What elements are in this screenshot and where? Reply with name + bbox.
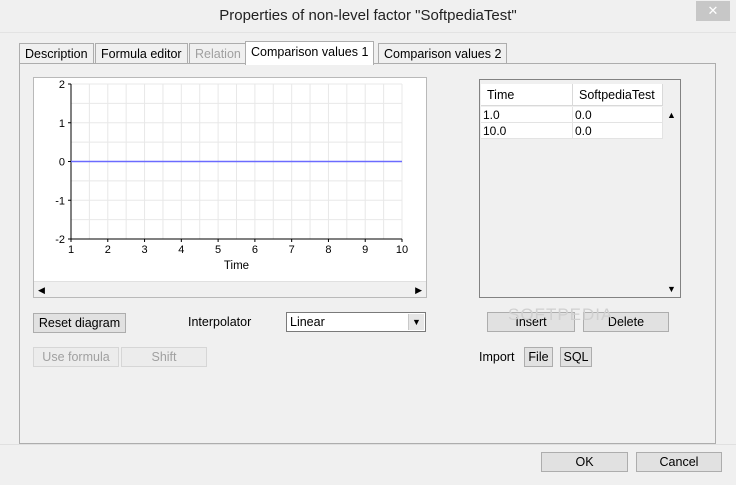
- table-cell[interactable]: 10.0: [481, 123, 573, 139]
- interpolator-select[interactable]: Linear ▼: [286, 312, 426, 332]
- scroll-down-icon[interactable]: ▼: [667, 281, 676, 297]
- interpolator-label: Interpolator: [188, 315, 252, 329]
- x-tick-label: 2: [105, 244, 111, 256]
- column-header-series[interactable]: SoftpediaTest: [573, 84, 663, 106]
- reset-diagram-button[interactable]: Reset diagram: [33, 313, 126, 333]
- chart-horizontal-scrollbar[interactable]: ◀ ▶: [34, 281, 426, 297]
- x-tick-label: 3: [141, 244, 147, 256]
- tab-comparison-values-1[interactable]: Comparison values 1: [245, 41, 375, 65]
- close-icon[interactable]: ✕: [696, 1, 730, 21]
- import-label: Import: [479, 350, 515, 364]
- table-cell[interactable]: 0.0: [573, 107, 663, 123]
- use-formula-button: Use formula: [33, 347, 119, 367]
- x-tick-label: 8: [325, 244, 331, 256]
- x-tick-label: 5: [215, 244, 221, 256]
- scroll-up-icon[interactable]: ▲: [667, 107, 676, 123]
- x-tick-label: 10: [396, 244, 408, 256]
- x-axis-label: Time: [224, 260, 249, 272]
- x-tick-label: 4: [178, 244, 184, 256]
- scroll-right-icon[interactable]: ▶: [415, 282, 422, 298]
- tab-description[interactable]: Description: [19, 43, 94, 64]
- table-vertical-scrollbar[interactable]: ▲ ▼: [663, 107, 679, 297]
- window-title: Properties of non-level factor "Softpedi…: [219, 7, 517, 24]
- chevron-down-icon[interactable]: ▼: [408, 314, 424, 330]
- import-file-button[interactable]: File: [524, 347, 553, 367]
- x-tick-label: 1: [68, 244, 74, 256]
- y-tick-label: 2: [59, 79, 65, 91]
- tab-formula-editor[interactable]: Formula editor: [95, 43, 188, 64]
- title-bar: Properties of non-level factor "Softpedi…: [0, 0, 736, 33]
- tab-comparison-values-2[interactable]: Comparison values 2: [378, 43, 508, 64]
- column-header-time[interactable]: Time: [481, 84, 573, 106]
- tab-relation: Relation: [189, 43, 247, 64]
- cancel-button[interactable]: Cancel: [636, 452, 722, 472]
- import-sql-button[interactable]: SQL: [560, 347, 592, 367]
- y-tick-label: -2: [55, 234, 65, 246]
- comparison-chart[interactable]: 1 2 3 4 5 6 7 8 9 10 2 1 0 -1 -2 Time: [33, 77, 427, 298]
- ok-button[interactable]: OK: [541, 452, 628, 472]
- values-table[interactable]: Time SoftpediaTest 1.0 0.0 10.0 0.0 ▲ ▼: [479, 79, 681, 298]
- footer-divider: [0, 444, 736, 445]
- watermark: SOFTPEDIA: [508, 305, 614, 324]
- chart-canvas: 1 2 3 4 5 6 7 8 9 10210-1-2Time: [55, 79, 408, 272]
- y-tick-label: 1: [59, 118, 65, 130]
- interpolator-value: Linear: [290, 315, 325, 329]
- x-tick-label: 9: [362, 244, 368, 256]
- x-tick-label: 6: [252, 244, 258, 256]
- table-cell[interactable]: 1.0: [481, 107, 573, 123]
- y-tick-label: -1: [55, 195, 65, 207]
- table-cell[interactable]: 0.0: [573, 123, 663, 139]
- scroll-left-icon[interactable]: ◀: [38, 282, 45, 298]
- y-tick-label: 0: [59, 157, 65, 169]
- shift-button: Shift: [121, 347, 207, 367]
- x-tick-label: 7: [289, 244, 295, 256]
